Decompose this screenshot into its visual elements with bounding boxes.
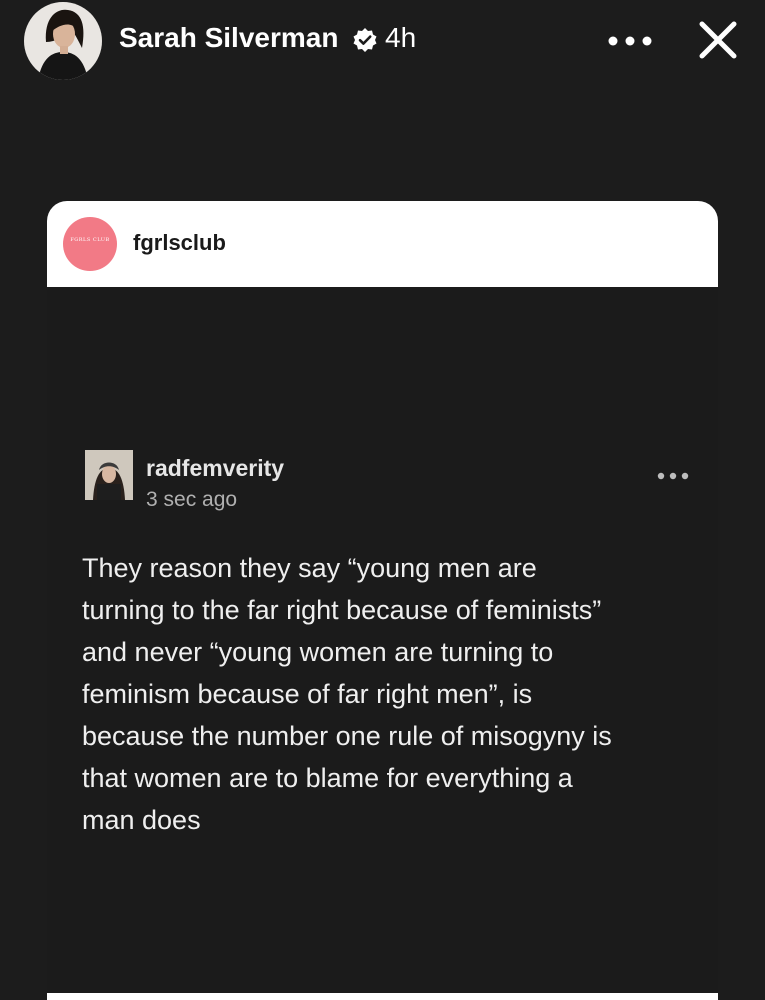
post-text: They reason they say “young men are turn…	[82, 547, 702, 841]
source-account-name[interactable]: fgrlsclub	[133, 229, 226, 257]
author-avatar-image	[24, 2, 102, 80]
post-text-line: feminism because of far right men”, is	[82, 679, 533, 709]
source-account-avatar[interactable]: FGRLS CLUB	[63, 217, 117, 271]
shared-post-header: FGRLS CLUB fgrlsclub	[47, 201, 718, 287]
card-footer-edge	[47, 993, 718, 1000]
post-text-line: and never “young women are turning to	[82, 637, 554, 667]
shared-post-card[interactable]: FGRLS CLUB fgrlsclub radfemverity 3 sec …	[47, 201, 718, 1000]
post-text-line: man does	[82, 805, 201, 835]
post-text-line: They reason they say “young men are	[82, 553, 537, 583]
story-header: Sarah Silverman 4h	[0, 0, 765, 80]
post-more-icon[interactable]	[656, 471, 690, 481]
post-text-line: that women are to blame for everything a	[82, 763, 573, 793]
post-author-avatar[interactable]	[85, 450, 133, 500]
source-logo-text: FGRLS CLUB	[70, 237, 110, 243]
post-text-line: turning to the far right because of femi…	[82, 595, 602, 625]
more-options-icon[interactable]	[604, 28, 656, 54]
post-username[interactable]: radfemverity	[146, 454, 284, 482]
post-author-avatar-image	[85, 450, 133, 500]
post-text-line: because the number one rule of misogyny …	[82, 721, 612, 751]
verified-badge-icon	[353, 28, 377, 52]
close-icon[interactable]	[696, 18, 740, 62]
author-name[interactable]: Sarah Silverman	[119, 21, 338, 55]
author-avatar[interactable]	[24, 2, 102, 80]
post-timestamp: 3 sec ago	[146, 488, 238, 511]
story-timestamp: 4h	[385, 22, 417, 53]
